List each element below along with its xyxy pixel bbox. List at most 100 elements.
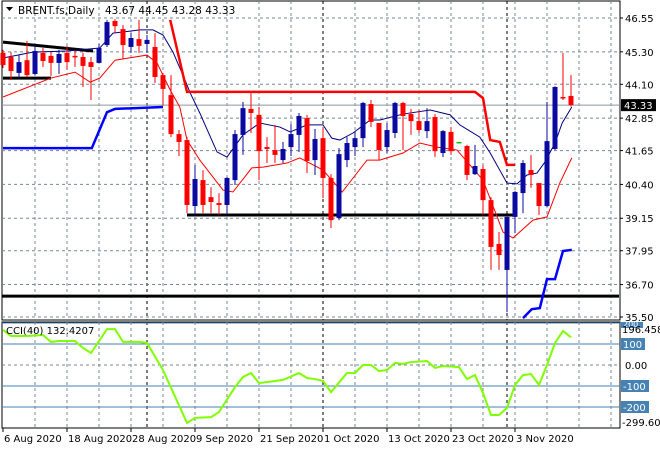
candle-body <box>264 147 270 149</box>
candle-body <box>80 56 86 66</box>
candle-body <box>272 150 278 155</box>
candle-body <box>440 131 446 154</box>
candle-body <box>544 141 550 207</box>
candle-body <box>368 104 374 122</box>
candle-body <box>448 131 454 152</box>
candle-body <box>512 191 518 217</box>
candle-body <box>208 197 214 203</box>
candle-body <box>296 115 302 135</box>
candle-body <box>32 51 38 75</box>
candle-body <box>528 170 534 175</box>
candle-body <box>16 62 22 73</box>
candle-body <box>464 145 470 175</box>
date-tick-label: 18 Aug 2020 <box>68 434 132 445</box>
price-tick-label: 37.95 <box>625 247 654 258</box>
candle-body <box>112 20 118 27</box>
candle-body <box>560 97 566 99</box>
price-tick-label: 40.40 <box>625 180 654 191</box>
candle-body <box>504 216 510 270</box>
candle <box>184 137 190 214</box>
cci-level-label: -200 <box>623 403 646 414</box>
candle-body <box>456 141 462 144</box>
candle-body <box>168 95 174 135</box>
candle-body <box>40 52 46 62</box>
price-tick-label: 41.65 <box>625 147 654 158</box>
candle-body <box>320 138 326 178</box>
candle <box>464 144 470 181</box>
candle-body <box>312 138 318 161</box>
candle-body <box>392 102 398 134</box>
candle-body <box>432 117 438 152</box>
candle-body <box>288 134 294 148</box>
cci-min-label: -299.603 <box>622 418 660 429</box>
trading-chart[interactable]: CCI(40) 132.4207 46.55 45.30 44.10 42.85 41.… <box>0 0 660 450</box>
candle <box>456 141 462 144</box>
candle <box>232 130 238 185</box>
date-tick-label: 28 Aug 2020 <box>132 434 196 445</box>
candle-body <box>248 108 254 113</box>
date-tick-label: 13 Oct 2020 <box>388 434 450 445</box>
cci-title: CCI(40) 132.4207 <box>6 326 94 337</box>
candle-body <box>160 75 166 89</box>
price-tick-label: 46.55 <box>625 14 654 25</box>
symbol-timeframe: BRENT.fs,Daily <box>18 5 95 17</box>
candle <box>440 130 446 158</box>
price-tick-label: 39.15 <box>625 214 654 225</box>
candle-body <box>552 87 558 149</box>
candle-body <box>472 166 478 175</box>
candle-body <box>536 183 542 207</box>
date-tick-label: 21 Sep 2020 <box>260 434 323 445</box>
candle-body <box>344 143 350 161</box>
candle-body <box>152 46 158 77</box>
candle-body <box>360 102 366 139</box>
candle-body <box>400 102 406 116</box>
candle-body <box>232 134 238 181</box>
candle <box>104 19 110 47</box>
candle-body <box>416 121 422 131</box>
cci-max-label: 196.4581 <box>622 325 660 336</box>
candle-body <box>336 154 342 218</box>
candle-body <box>384 130 390 148</box>
candle-body <box>352 138 358 148</box>
price-tick-label: 36.70 <box>625 281 654 292</box>
candle-body <box>424 121 430 132</box>
candle-body <box>200 180 206 205</box>
candle-body <box>136 39 142 46</box>
candle-body <box>568 95 574 106</box>
current-price-label: 43.33 <box>624 101 653 112</box>
cci-level-label: -100 <box>623 382 646 393</box>
candle <box>552 86 558 151</box>
candle-body <box>520 163 526 194</box>
candle-body <box>280 148 286 161</box>
candle <box>336 148 342 221</box>
candle-body <box>72 55 78 58</box>
candle-body <box>240 108 246 135</box>
date-tick-label: 1 Oct 2020 <box>324 434 379 445</box>
candle-body <box>88 62 94 67</box>
chart-header: BRENT.fs,Daily 43.67 44.45 43.28 43.33 <box>6 5 235 17</box>
date-tick-label: 9 Sep 2020 <box>196 434 253 445</box>
date-tick-label: 3 Nov 2020 <box>516 434 574 445</box>
candle-body <box>184 140 190 205</box>
candle <box>432 114 438 158</box>
candle-body <box>128 38 134 47</box>
candle-body <box>224 177 230 205</box>
candle-body <box>144 39 150 44</box>
candle-body <box>216 203 222 205</box>
price-tick-label: 44.10 <box>625 80 654 91</box>
candle-body <box>8 56 14 72</box>
candle-body <box>304 118 310 161</box>
candle-body <box>328 177 334 221</box>
candle <box>328 174 334 228</box>
candle-body <box>56 53 62 63</box>
price-tick-label: 42.85 <box>625 114 654 125</box>
candle-body <box>120 29 126 46</box>
candle-body <box>176 134 182 142</box>
candle-body <box>408 114 414 122</box>
candle-body <box>48 55 54 63</box>
candle <box>392 101 398 139</box>
candle-body <box>0 52 6 66</box>
date-tick-label: 23 Oct 2020 <box>452 434 514 445</box>
cci-zero-label: 0.00 <box>625 361 647 372</box>
ohlc-readout: 43.67 44.45 43.28 43.33 <box>105 5 235 17</box>
